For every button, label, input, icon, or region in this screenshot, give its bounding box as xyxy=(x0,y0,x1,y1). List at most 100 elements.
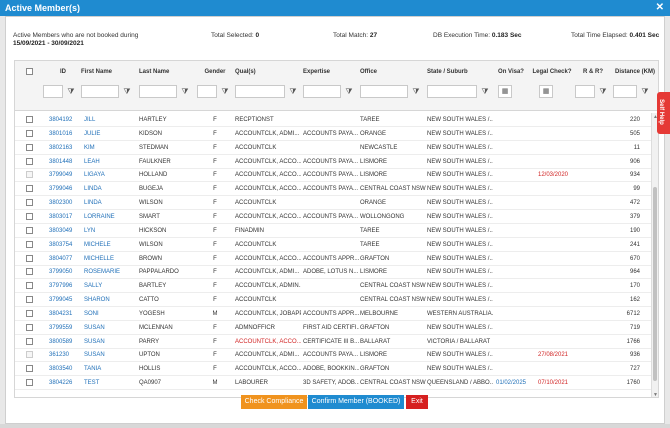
col-office[interactable]: Office xyxy=(360,66,400,78)
row-checkbox[interactable] xyxy=(26,129,33,137)
grid-scrollbar[interactable]: ▲ ▼ xyxy=(651,113,658,397)
filter-input-distance[interactable] xyxy=(613,85,637,98)
cell-first-name[interactable]: JILL xyxy=(84,113,136,127)
cell-first-name[interactable]: JULIE xyxy=(84,127,136,141)
row-checkbox[interactable] xyxy=(26,116,33,123)
cell-first-name[interactable]: MICHELE xyxy=(84,238,136,252)
select-all-checkbox[interactable] xyxy=(26,68,33,75)
filter-icon[interactable]: ⧩ xyxy=(219,85,231,98)
row-checkbox[interactable] xyxy=(26,282,33,290)
cell-id[interactable]: 3799050 xyxy=(49,265,83,279)
cell-id[interactable]: 3801016 xyxy=(49,127,83,141)
col-state-suburb[interactable]: State / Suburb xyxy=(427,66,487,78)
cell-first-name[interactable]: SUSAN xyxy=(84,321,136,335)
cell-id[interactable]: 3799046 xyxy=(49,182,83,196)
cell-first-name[interactable]: MICHELLE xyxy=(84,252,136,266)
cell-id[interactable]: 3802300 xyxy=(49,196,83,210)
cell-first-name[interactable]: LEAH xyxy=(84,155,136,169)
cell-id[interactable]: 3801448 xyxy=(49,155,83,169)
cell-first-name[interactable]: ROSEMARIE xyxy=(84,265,136,279)
cell-id[interactable]: 3797996 xyxy=(49,279,83,293)
row-checkbox[interactable] xyxy=(26,212,33,220)
cell-first-name[interactable]: KIM xyxy=(84,141,136,155)
cell-first-name[interactable]: LIGAYA xyxy=(84,168,136,182)
cell-first-name[interactable]: SONI xyxy=(84,307,136,321)
table-row[interactable]: 3804231 SONI YOGESH M ACCOUNTCLK, JOBAPP ACCO… xyxy=(15,307,652,321)
filter-icon[interactable]: ⧩ xyxy=(65,85,77,98)
filter-icon[interactable]: ⧩ xyxy=(597,85,609,98)
row-checkbox[interactable] xyxy=(26,365,33,373)
row-checkbox[interactable] xyxy=(26,379,33,387)
table-row[interactable]: 3801448 LEAH FAULKNER F ACCOUNTCLK, ACCO... A… xyxy=(15,155,652,169)
col-legal-check[interactable]: Legal Check? xyxy=(531,66,573,78)
row-checkbox[interactable] xyxy=(26,226,33,234)
row-checkbox[interactable] xyxy=(26,157,33,165)
row-checkbox[interactable] xyxy=(26,199,33,207)
table-row[interactable]: 3799045 SHARON CATTO F ACCOUNTCLK CENTRAL COA… xyxy=(15,293,652,308)
cell-id[interactable]: 3799559 xyxy=(49,321,83,335)
table-row[interactable]: 3802163 KIM STEDMAN F ACCOUNTCLK NEWCASTLE NEW… xyxy=(15,141,652,155)
filter-icon[interactable]: ⧩ xyxy=(343,85,355,98)
cell-id[interactable]: 3804192 xyxy=(49,113,83,127)
filter-input-gender[interactable] xyxy=(197,85,217,98)
row-checkbox[interactable] xyxy=(26,296,33,304)
calendar-icon[interactable]: ▦ xyxy=(539,85,553,98)
cell-id[interactable]: 3804077 xyxy=(49,252,83,266)
col-gender[interactable]: Gender xyxy=(195,66,235,78)
row-checkbox[interactable] xyxy=(26,240,33,248)
filter-icon[interactable]: ⧩ xyxy=(410,85,422,98)
filter-input-office[interactable] xyxy=(360,85,408,98)
cell-first-name[interactable]: LORRAINE xyxy=(84,210,136,224)
check-compliance-button[interactable]: Check Compliance xyxy=(241,395,307,409)
filter-input-last-name[interactable] xyxy=(139,85,177,98)
cell-first-name[interactable]: SUSAN xyxy=(84,335,136,349)
col-on-visa[interactable]: On Visa? xyxy=(493,66,529,78)
table-row[interactable]: 3799050 ROSEMARIE PAPPALARDO F ACCOUNTCLK, A… xyxy=(15,265,652,280)
cell-first-name[interactable]: LINDA xyxy=(84,182,136,196)
cell-id[interactable]: 3803049 xyxy=(49,224,83,238)
filter-input-rr[interactable] xyxy=(575,85,595,98)
filter-icon[interactable]: ⧩ xyxy=(179,85,191,98)
filter-icon[interactable]: ⧩ xyxy=(287,85,299,98)
table-row[interactable]: 3804192 JILL HARTLEY F RECPTIONST TAREE NEW SO… xyxy=(15,113,652,127)
cell-id[interactable]: 3799049 xyxy=(49,168,83,182)
table-row[interactable]: 3797996 SALLY BARTLEY F ACCOUNTCLK, ADMIN...… xyxy=(15,279,652,294)
filter-icon[interactable]: ⧩ xyxy=(479,85,491,98)
filter-icon[interactable]: ⧩ xyxy=(639,85,651,98)
table-row[interactable]: 361230 SUSAN UPTON F ACCOUNTCLK, ADMI... ACCO… xyxy=(15,348,652,363)
cell-first-name[interactable]: TEST xyxy=(84,376,136,390)
row-checkbox[interactable] xyxy=(26,185,33,193)
filter-input-expertise[interactable] xyxy=(303,85,341,98)
row-checkbox[interactable] xyxy=(26,254,33,262)
table-row[interactable]: 3803049 LYN HICKSON F FINADMIN TAREE NEW SOUTH… xyxy=(15,224,652,238)
row-checkbox[interactable] xyxy=(26,323,33,331)
col-first-name[interactable]: First Name xyxy=(81,66,129,78)
table-row[interactable]: 3803754 MICHELE WILSON F ACCOUNTCLK TAREE NEW … xyxy=(15,238,652,252)
cell-first-name[interactable]: LYN xyxy=(84,224,136,238)
table-row[interactable]: 3803540 TANIA HOLLIS F ACCOUNTCLK, ACCO... AD… xyxy=(15,362,652,377)
exit-button[interactable]: Exit xyxy=(406,395,428,409)
filter-input-state[interactable] xyxy=(427,85,477,98)
cell-id[interactable]: 3800589 xyxy=(49,335,83,349)
calendar-icon[interactable]: ▦ xyxy=(498,85,512,98)
col-quals[interactable]: Qual(s) xyxy=(235,66,275,78)
filter-input-quals[interactable] xyxy=(235,85,285,98)
cell-id[interactable]: 3803540 xyxy=(49,362,83,376)
cell-id[interactable]: 3799045 xyxy=(49,293,83,307)
row-checkbox[interactable] xyxy=(26,143,33,151)
col-last-name[interactable]: Last Name xyxy=(139,66,189,78)
col-expertise[interactable]: Expertise xyxy=(303,66,343,78)
col-rr[interactable]: R & R? xyxy=(575,66,611,78)
cell-id[interactable]: 3802163 xyxy=(49,141,83,155)
table-row[interactable]: 3803017 LORRAINE SMART F ACCOUNTCLK, ACCO...… xyxy=(15,210,652,224)
cell-id[interactable]: 3803754 xyxy=(49,238,83,252)
filter-icon[interactable]: ⧩ xyxy=(121,85,133,98)
cell-first-name[interactable]: SALLY xyxy=(84,279,136,293)
row-checkbox[interactable] xyxy=(26,268,33,276)
cell-id[interactable]: 3804231 xyxy=(49,307,83,321)
col-distance[interactable]: Distance (KM) xyxy=(610,66,658,78)
cell-id[interactable]: 3803017 xyxy=(49,210,83,224)
cell-id[interactable]: 361230 xyxy=(49,348,83,362)
table-row[interactable]: 3799046 LINDA BUGEJA F ACCOUNTCLK, ACCO... AC… xyxy=(15,182,652,197)
col-id[interactable]: ID xyxy=(43,66,83,78)
